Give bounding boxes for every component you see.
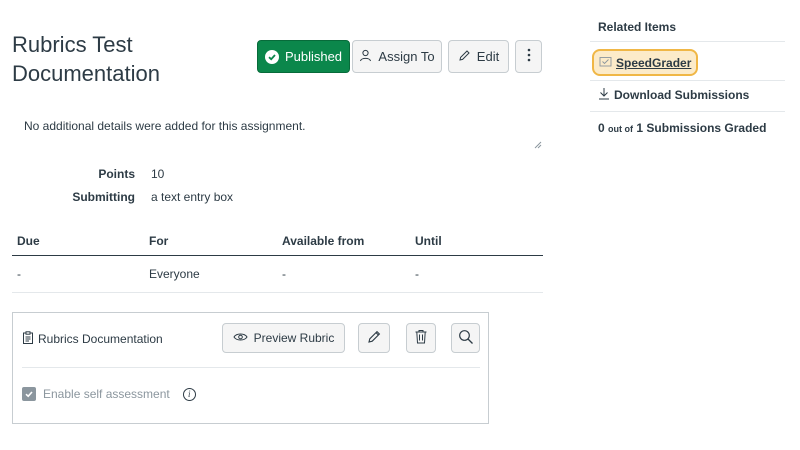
cell-for: Everyone — [149, 267, 200, 281]
graded-total: 1 — [636, 121, 644, 135]
graded-count: 0 — [598, 121, 605, 135]
search-icon — [458, 329, 474, 348]
graded-suffix: Submissions Graded — [646, 121, 767, 135]
column-header-available-from: Available from — [282, 234, 365, 248]
self-assessment-option: Enable self assessment i — [22, 387, 196, 401]
self-assessment-label: Enable self assessment — [43, 387, 170, 401]
edit-label: Edit — [476, 49, 500, 64]
trash-icon — [414, 329, 428, 347]
user-icon — [359, 49, 372, 65]
cell-available-from: - — [282, 267, 286, 281]
rubric-title-text: Rubrics Documentation — [38, 332, 163, 346]
description-text: No additional details were added for thi… — [24, 119, 306, 133]
clipboard-icon — [22, 331, 34, 347]
self-assessment-checkbox[interactable] — [22, 387, 36, 401]
speedgrader-label: SpeedGrader — [616, 55, 692, 70]
edit-rubric-button[interactable] — [358, 323, 390, 353]
edit-button[interactable]: Edit — [448, 40, 509, 73]
rubric-panel: Rubrics Documentation Preview Rubric Ena… — [12, 312, 489, 424]
assign-to-button[interactable]: Assign To — [352, 40, 442, 73]
column-header-for: For — [149, 234, 169, 248]
assign-to-label: Assign To — [378, 49, 435, 64]
rubric-title: Rubrics Documentation — [22, 331, 163, 347]
more-options-button[interactable] — [515, 40, 542, 73]
sidebar-divider — [590, 80, 785, 81]
graded-of-text: out of — [608, 124, 634, 134]
download-submissions-link[interactable]: Download Submissions — [598, 87, 749, 103]
search-rubric-button[interactable] — [451, 323, 480, 353]
info-icon[interactable]: i — [182, 387, 196, 401]
sidebar-divider — [590, 111, 785, 112]
delete-rubric-button[interactable] — [406, 323, 436, 353]
pencil-icon — [366, 329, 382, 348]
pencil-icon — [458, 49, 471, 65]
related-items-sidebar: Related Items SpeedGrader Download Submi… — [590, 0, 785, 450]
page-title: Rubrics Test Documentation — [12, 32, 160, 86]
column-header-due: Due — [17, 234, 40, 248]
assignment-page: Rubrics Test Documentation Published Ass… — [0, 0, 800, 450]
speedgrader-link[interactable]: SpeedGrader — [592, 49, 698, 76]
submitting-value: a text entry box — [151, 190, 234, 204]
cell-due: - — [17, 267, 21, 281]
eye-icon — [233, 331, 248, 345]
rubric-divider — [22, 367, 480, 368]
published-button[interactable]: Published — [257, 40, 350, 73]
preview-rubric-button[interactable]: Preview Rubric — [222, 323, 345, 353]
speedgrader-icon — [599, 56, 612, 70]
resize-handle-icon[interactable] — [534, 138, 542, 149]
kebab-menu-icon — [527, 48, 531, 65]
points-label: Points — [98, 167, 135, 181]
assignment-description: No additional details were added for thi… — [12, 108, 544, 149]
submitting-label: Submitting — [72, 190, 135, 204]
download-icon — [598, 87, 610, 103]
dates-table-header: Due For Available from Until — [12, 226, 543, 256]
published-label: Published — [284, 49, 343, 64]
table-row: - Everyone - - — [12, 257, 543, 293]
column-header-until: Until — [415, 234, 442, 248]
points-value: 10 — [151, 167, 165, 181]
preview-rubric-label: Preview Rubric — [253, 331, 335, 345]
sidebar-divider — [590, 41, 785, 42]
submissions-graded-status: 0 out of 1 Submissions Graded — [598, 121, 766, 135]
download-label: Download Submissions — [614, 88, 750, 102]
related-items-heading: Related Items — [598, 20, 677, 34]
cell-until: - — [415, 267, 419, 281]
check-circle-icon — [264, 49, 279, 64]
